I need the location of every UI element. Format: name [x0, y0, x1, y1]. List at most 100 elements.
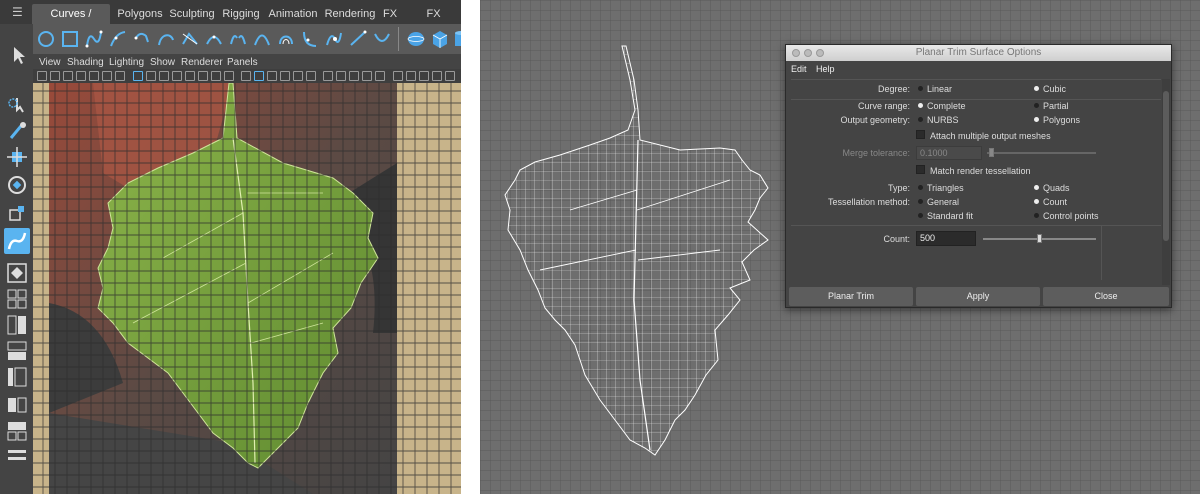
rebuild-curve-icon[interactable] [252, 28, 272, 50]
menu-edit[interactable]: Edit [791, 64, 807, 74]
type-quads-radio[interactable] [1034, 185, 1039, 190]
xray-joints-icon[interactable] [267, 71, 277, 81]
layout-outliner-icon[interactable] [6, 394, 28, 416]
close-button[interactable]: Close [1043, 287, 1169, 306]
textured-icon[interactable] [185, 71, 195, 81]
xray-icon[interactable] [224, 71, 234, 81]
dialog-scrollbar[interactable] [1162, 79, 1170, 285]
tab-animation[interactable]: Animation [266, 4, 320, 24]
camera-attributes-icon[interactable] [50, 71, 60, 81]
safe-action-icon[interactable] [362, 71, 372, 81]
count-slider-thumb[interactable] [1036, 234, 1042, 243]
gamma-icon[interactable] [393, 71, 403, 81]
cut-curve-icon[interactable] [372, 28, 392, 50]
ep-curve-icon[interactable] [108, 28, 128, 50]
scrollbar-thumb[interactable] [1163, 91, 1169, 241]
grid-toggle-icon[interactable] [115, 71, 125, 81]
menu-lighting[interactable]: Lighting [109, 57, 144, 68]
isolate-select-icon[interactable] [254, 71, 264, 81]
attach-multiple-checkbox[interactable] [916, 130, 925, 139]
nurbs-circle-icon[interactable] [36, 28, 56, 50]
menu-show[interactable]: Show [150, 57, 175, 68]
match-render-checkbox[interactable] [916, 165, 925, 174]
nurbs-sphere-icon[interactable] [406, 28, 426, 50]
planar-trim-button[interactable]: Planar Trim [789, 287, 913, 306]
extend-curve-icon[interactable] [348, 28, 368, 50]
close-window-icon[interactable] [792, 49, 800, 57]
paint-select-tool-icon[interactable] [7, 120, 29, 142]
image-plane-icon[interactable] [76, 71, 86, 81]
layout-side-icon[interactable] [6, 314, 28, 336]
merge-tolerance-slider[interactable] [987, 152, 1096, 154]
exposure-icon[interactable] [406, 71, 416, 81]
merge-tolerance-slider-thumb[interactable] [989, 148, 994, 157]
bezier-curve-icon[interactable] [180, 28, 200, 50]
fillet-curve-icon[interactable] [300, 28, 320, 50]
color-management-icon[interactable] [419, 71, 429, 81]
screen-space-ao-icon[interactable] [241, 71, 251, 81]
curve-range-partial-radio[interactable] [1034, 103, 1039, 108]
multisample-aa-icon[interactable] [293, 71, 303, 81]
shelf-menu-icon[interactable]: ☰ [12, 6, 26, 18]
tab-rendering[interactable]: Rendering [324, 4, 376, 24]
nurbs-cube-icon[interactable] [430, 28, 450, 50]
panel-layout-icon[interactable] [432, 71, 442, 81]
wireframe-on-shaded-icon[interactable] [172, 71, 182, 81]
apply-button[interactable]: Apply [916, 287, 1040, 306]
depth-of-field-icon[interactable] [306, 71, 316, 81]
tab-curves-surfaces[interactable]: Curves / Surfaces [32, 4, 110, 40]
layout-four-icon[interactable] [6, 288, 28, 310]
layout-stack-icon[interactable] [6, 340, 28, 362]
layout-graph-icon[interactable] [6, 420, 28, 442]
tess-standard-fit-radio[interactable] [918, 213, 923, 218]
panel-expand-icon[interactable] [445, 71, 455, 81]
pencil-curve-icon[interactable] [132, 28, 152, 50]
lasso-tool-icon[interactable] [7, 94, 29, 116]
scale-tool-icon[interactable] [6, 202, 28, 224]
viewport-image-plane[interactable] [33, 83, 461, 494]
curve-tool-icon[interactable] [6, 230, 28, 252]
tess-general-radio[interactable] [918, 199, 923, 204]
detach-curves-icon[interactable] [228, 28, 248, 50]
insert-knot-icon[interactable] [324, 28, 344, 50]
select-camera-icon[interactable] [37, 71, 47, 81]
rotate-tool-icon[interactable] [6, 174, 28, 196]
grease-pencil-icon[interactable] [102, 71, 112, 81]
menu-renderer[interactable]: Renderer [181, 57, 223, 68]
output-geometry-nurbs-radio[interactable] [918, 117, 923, 122]
tess-control-points-radio[interactable] [1034, 213, 1039, 218]
dialog-title-bar[interactable]: Planar Trim Surface Options [786, 45, 1171, 61]
use-all-lights-icon[interactable] [198, 71, 208, 81]
tab-fx[interactable]: FX [380, 4, 400, 24]
select-tool-icon[interactable] [8, 44, 30, 66]
type-triangles-radio[interactable] [918, 185, 923, 190]
menu-help[interactable]: Help [816, 64, 835, 74]
gate-mask-icon[interactable] [336, 71, 346, 81]
wireframe-icon[interactable] [133, 71, 143, 81]
minimize-window-icon[interactable] [804, 49, 812, 57]
cv-curve-icon[interactable] [84, 28, 104, 50]
arc-tool-icon[interactable] [156, 28, 176, 50]
twod-pan-zoom-icon[interactable] [89, 71, 99, 81]
tess-count-radio[interactable] [1034, 199, 1039, 204]
output-geometry-polygons-radio[interactable] [1034, 117, 1039, 122]
smooth-shade-icon[interactable] [146, 71, 156, 81]
attach-curves-icon[interactable] [204, 28, 224, 50]
move-tool-icon[interactable] [6, 146, 28, 168]
tab-rigging[interactable]: Rigging [221, 4, 261, 24]
layout-more-icon[interactable] [6, 446, 28, 468]
maximize-window-icon[interactable] [816, 49, 824, 57]
offset-curve-icon[interactable] [276, 28, 296, 50]
bookmarks-icon[interactable] [63, 71, 73, 81]
motion-blur-icon[interactable] [280, 71, 290, 81]
tab-sculpting[interactable]: Sculpting [168, 4, 216, 24]
shadows-icon[interactable] [211, 71, 221, 81]
menu-shading[interactable]: Shading [67, 57, 104, 68]
count-field[interactable]: 500 [916, 231, 976, 246]
use-default-material-icon[interactable] [159, 71, 169, 81]
nurbs-square-icon[interactable] [60, 28, 80, 50]
menu-panels[interactable]: Panels [227, 57, 258, 68]
safe-title-icon[interactable] [375, 71, 385, 81]
degree-cubic-radio[interactable] [1034, 86, 1039, 91]
layout-single-icon[interactable] [6, 262, 28, 284]
